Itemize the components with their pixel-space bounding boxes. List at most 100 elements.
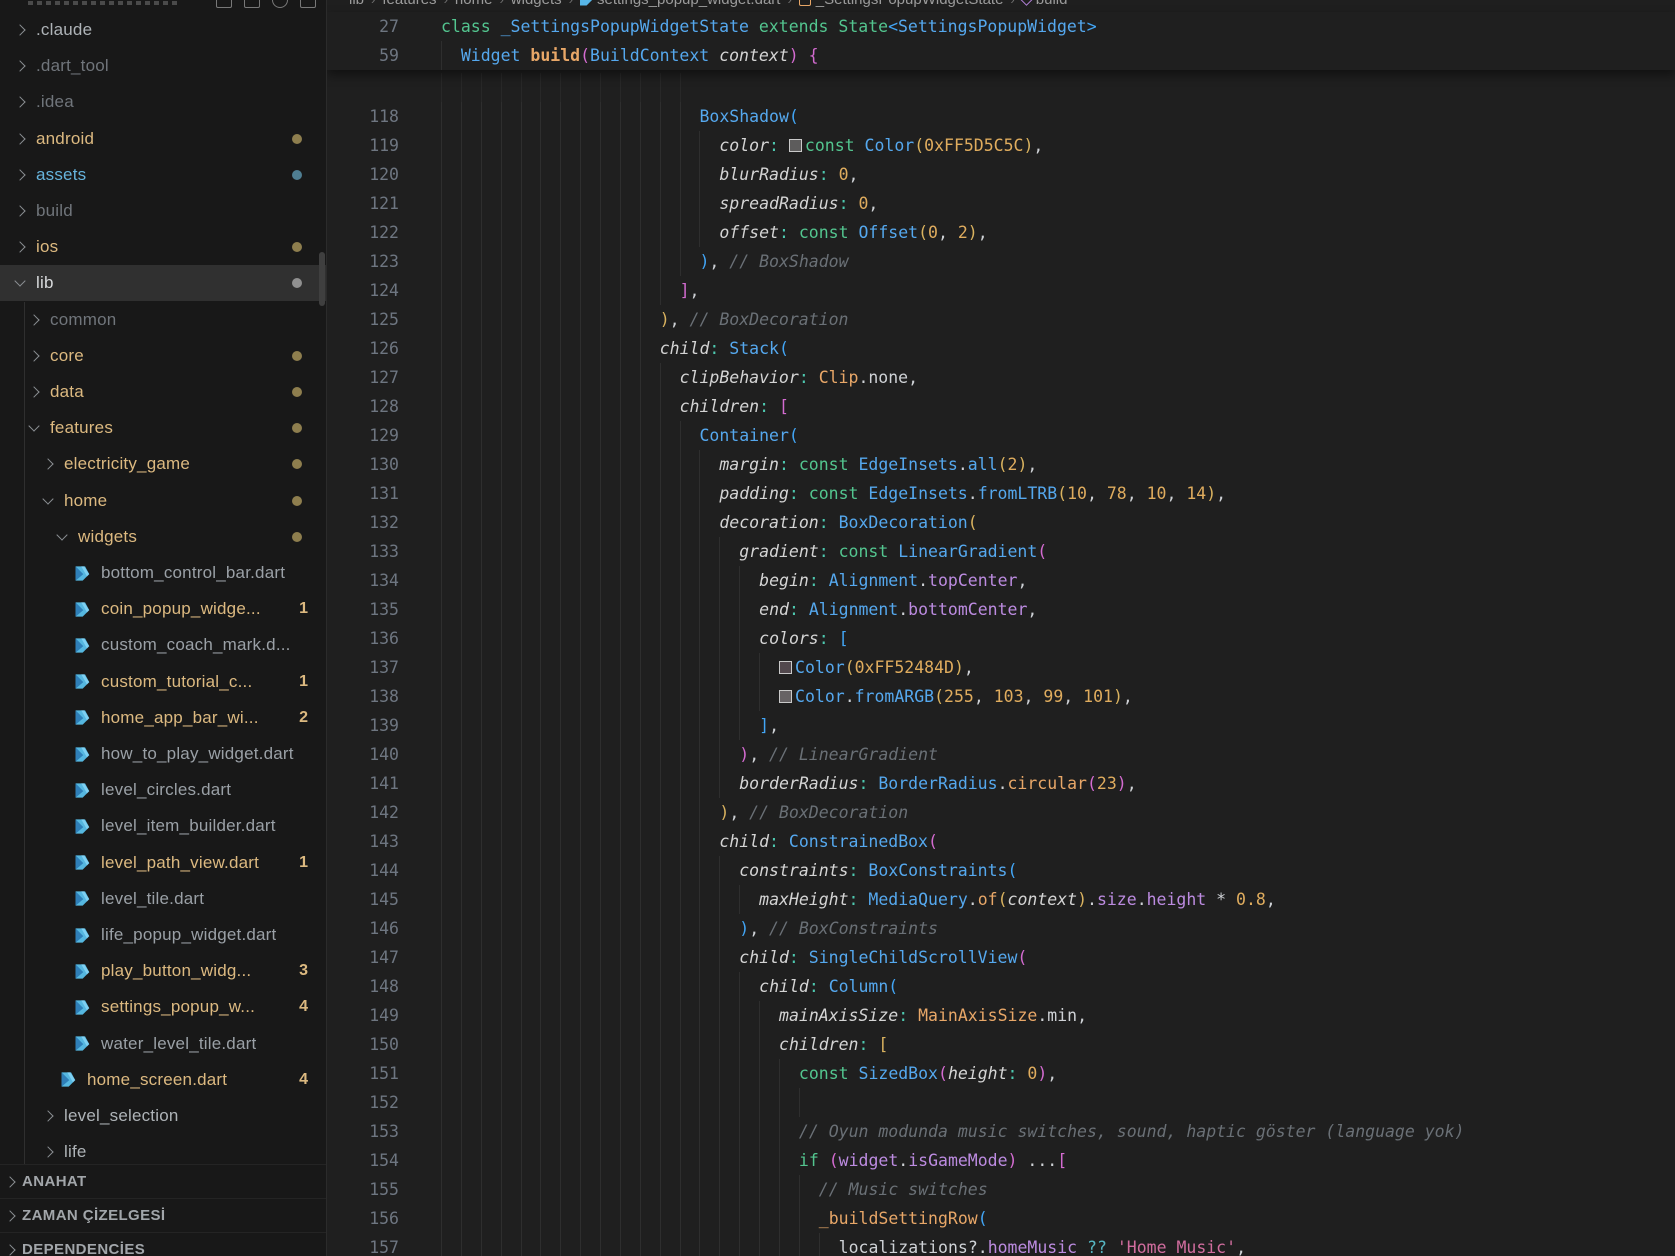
code-line-132[interactable]: 132decoration: BoxDecoration( [327, 508, 1675, 537]
tree-folder-features[interactable]: features [0, 410, 326, 446]
chevron-right-icon[interactable] [14, 97, 25, 108]
tree-folder-level_selection[interactable]: level_selection [0, 1098, 326, 1134]
tree-file-play_button_widg...[interactable]: play_button_widg...3 [0, 953, 326, 989]
chevron-right-icon[interactable] [4, 1176, 15, 1187]
code-line-147[interactable]: 147child: SingleChildScrollView( [327, 943, 1675, 972]
code-line-139[interactable]: 139], [327, 711, 1675, 740]
tree-folder-common[interactable]: common [0, 302, 326, 338]
code-line-145[interactable]: 145maxHeight: MediaQuery.of(context).siz… [327, 885, 1675, 914]
code-line-119[interactable]: 119color: const Color(0xFF5D5C5C), [327, 131, 1675, 160]
chevron-right-icon[interactable] [42, 1110, 53, 1121]
chevron-down-icon[interactable] [56, 529, 67, 540]
tree-file-level_circles.dart[interactable]: level_circles.dart [0, 772, 326, 808]
tree-folder-android[interactable]: android [0, 121, 326, 157]
chevron-down-icon[interactable] [14, 276, 25, 287]
code-line-59[interactable]: 59Widget build(BuildContext context) { [327, 41, 1675, 70]
sidebar-scrollbar[interactable] [319, 252, 325, 306]
collapse-all-icon[interactable] [300, 0, 316, 8]
new-folder-icon[interactable] [244, 0, 260, 8]
tree-folder-assets[interactable]: assets [0, 157, 326, 193]
tree-file-level_item_builder.dart[interactable]: level_item_builder.dart [0, 808, 326, 844]
code-line-118[interactable]: 118BoxShadow( [327, 102, 1675, 131]
tree-file-custom_coach_mark.d...[interactable]: custom_coach_mark.d... [0, 627, 326, 663]
code-line-142[interactable]: 142), // BoxDecoration [327, 798, 1675, 827]
tree-folder-.idea[interactable]: .idea [0, 84, 326, 120]
tree-file-level_path_view.dart[interactable]: level_path_view.dart1 [0, 845, 326, 881]
refresh-icon[interactable] [272, 0, 288, 8]
tree-file-settings_popup_w...[interactable]: settings_popup_w...4 [0, 989, 326, 1025]
chevron-down-icon[interactable] [42, 493, 53, 504]
tree-file-how_to_play_widget.dart[interactable]: how_to_play_widget.dart [0, 736, 326, 772]
tree-file-life_popup_widget.dart[interactable]: life_popup_widget.dart [0, 917, 326, 953]
code-line-140[interactable]: 140), // LinearGradient [327, 740, 1675, 769]
code-line-156[interactable]: 156_buildSettingRow( [327, 1204, 1675, 1233]
code-line-126[interactable]: 126child: Stack( [327, 334, 1675, 363]
code-line-138[interactable]: 138Color.fromARGB(255, 103, 99, 101), [327, 682, 1675, 711]
chevron-right-icon[interactable] [14, 133, 25, 144]
code-line-120[interactable]: 120blurRadius: 0, [327, 160, 1675, 189]
code-line-143[interactable]: 143child: ConstrainedBox( [327, 827, 1675, 856]
new-file-icon[interactable] [216, 0, 232, 8]
section-header-zaman-zelges-[interactable]: ZAMAN ÇİZELGESİ [0, 1198, 326, 1232]
tree-file-custom_tutorial_c...[interactable]: custom_tutorial_c...1 [0, 664, 326, 700]
code-line-27[interactable]: 27class _SettingsPopupWidgetState extend… [327, 12, 1675, 41]
tree-folder-home[interactable]: home [0, 483, 326, 519]
chevron-right-icon[interactable] [42, 1147, 53, 1158]
tree-file-coin_popup_widge...[interactable]: coin_popup_widge...1 [0, 591, 326, 627]
chevron-right-icon[interactable] [28, 350, 39, 361]
code-line-153[interactable]: 153// Oyun modunda music switches, sound… [327, 1117, 1675, 1146]
tree-file-level_tile.dart[interactable]: level_tile.dart [0, 881, 326, 917]
chevron-right-icon[interactable] [14, 169, 25, 180]
chevron-right-icon[interactable] [14, 205, 25, 216]
tree-folder-ios[interactable]: ios [0, 229, 326, 265]
code-line-131[interactable]: 131padding: const EdgeInsets.fromLTRB(10… [327, 479, 1675, 508]
code-line-123[interactable]: 123), // BoxShadow [327, 247, 1675, 276]
section-header-dependenc-es[interactable]: DEPENDENCİES [0, 1232, 326, 1256]
chevron-right-icon[interactable] [4, 1244, 15, 1255]
code-line-129[interactable]: 129Container( [327, 421, 1675, 450]
code-line-141[interactable]: 141borderRadius: BorderRadius.circular(2… [327, 769, 1675, 798]
code-line-130[interactable]: 130margin: const EdgeInsets.all(2), [327, 450, 1675, 479]
chevron-right-icon[interactable] [42, 459, 53, 470]
code-line-148[interactable]: 148child: Column( [327, 972, 1675, 1001]
tree-folder-data[interactable]: data [0, 374, 326, 410]
code-line-122[interactable]: 122offset: const Offset(0, 2), [327, 218, 1675, 247]
tree-folder-lib[interactable]: lib [0, 265, 326, 301]
tree-file-bottom_control_bar.dart[interactable]: bottom_control_bar.dart [0, 555, 326, 591]
tree-file-home_app_bar_wi...[interactable]: home_app_bar_wi...2 [0, 700, 326, 736]
tree-file-water_level_tile.dart[interactable]: water_level_tile.dart [0, 1026, 326, 1062]
code-line-144[interactable]: 144constraints: BoxConstraints( [327, 856, 1675, 885]
chevron-right-icon[interactable] [14, 61, 25, 72]
tree-file-home_screen.dart[interactable]: home_screen.dart4 [0, 1062, 326, 1098]
code-line-152[interactable]: 152 [327, 1088, 1675, 1117]
code-line-149[interactable]: 149mainAxisSize: MainAxisSize.min, [327, 1001, 1675, 1030]
tree-folder-.dart_tool[interactable]: .dart_tool [0, 48, 326, 84]
tree-folder-widgets[interactable]: widgets [0, 519, 326, 555]
chevron-right-icon[interactable] [4, 1210, 15, 1221]
code-line-133[interactable]: 133gradient: const LinearGradient( [327, 537, 1675, 566]
code-line-128[interactable]: 128children: [ [327, 392, 1675, 421]
code-line-134[interactable]: 134begin: Alignment.topCenter, [327, 566, 1675, 595]
chevron-right-icon[interactable] [14, 242, 25, 253]
code-line-146[interactable]: 146), // BoxConstraints [327, 914, 1675, 943]
section-header-anahat[interactable]: ANAHAT [0, 1164, 326, 1198]
code-line-136[interactable]: 136colors: [ [327, 624, 1675, 653]
code-line-154[interactable]: 154if (widget.isGameMode) ...[ [327, 1146, 1675, 1175]
chevron-right-icon[interactable] [28, 386, 39, 397]
chevron-down-icon[interactable] [28, 421, 39, 432]
code-line-155[interactable]: 155// Music switches [327, 1175, 1675, 1204]
tree-folder-.claude[interactable]: .claude [0, 12, 326, 48]
code-line-121[interactable]: 121spreadRadius: 0, [327, 189, 1675, 218]
code-line-151[interactable]: 151const SizedBox(height: 0), [327, 1059, 1675, 1088]
tree-folder-build[interactable]: build [0, 193, 326, 229]
tree-folder-core[interactable]: core [0, 338, 326, 374]
code-line-127[interactable]: 127clipBehavior: Clip.none, [327, 363, 1675, 392]
code-line-137[interactable]: 137Color(0xFF52484D), [327, 653, 1675, 682]
chevron-right-icon[interactable] [14, 24, 25, 35]
code-line-125[interactable]: 125), // BoxDecoration [327, 305, 1675, 334]
chevron-right-icon[interactable] [28, 314, 39, 325]
code-line-157[interactable]: 157localizations?.homeMusic ?? 'Home Mus… [327, 1233, 1675, 1256]
code-line-135[interactable]: 135end: Alignment.bottomCenter, [327, 595, 1675, 624]
tree-folder-electricity_game[interactable]: electricity_game [0, 446, 326, 482]
code-line-124[interactable]: 124], [327, 276, 1675, 305]
